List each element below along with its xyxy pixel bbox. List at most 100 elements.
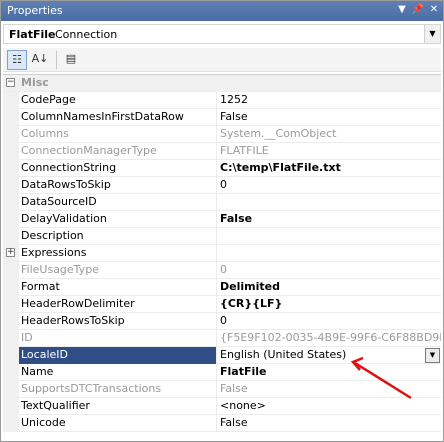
property-name: FileUsageType (19, 262, 217, 279)
property-value[interactable] (217, 245, 441, 262)
object-name: FlatFile (9, 28, 56, 41)
property-row[interactable]: DataRowsToSkip 0 (3, 177, 441, 194)
property-name: Format (19, 279, 217, 296)
row-gutter (3, 364, 19, 381)
row-gutter (3, 313, 19, 330)
row-gutter (3, 415, 19, 432)
collapse-icon[interactable]: − (6, 78, 15, 87)
property-name: Unicode (19, 415, 217, 432)
property-name: HeaderRowsToSkip (19, 313, 217, 330)
row-gutter (3, 228, 19, 245)
properties-window: Properties ▼ 📌 ✕ FlatFile Connection ▼ ☷… (0, 0, 444, 442)
property-row[interactable]: ConnectionString C:\temp\FlatFile.txt (3, 160, 441, 177)
row-gutter (3, 143, 19, 160)
property-value[interactable]: {CR}{LF} (217, 296, 441, 313)
row-gutter (3, 296, 19, 313)
property-name: DataRowsToSkip (19, 177, 217, 194)
property-value[interactable]: <none> (217, 398, 441, 415)
row-gutter (3, 109, 19, 126)
property-name: Name (19, 364, 217, 381)
property-name: ID (19, 330, 217, 347)
property-row[interactable]: ConnectionManagerType FLATFILE (3, 143, 441, 160)
property-row[interactable]: FileUsageType 0 (3, 262, 441, 279)
property-row[interactable]: Description (3, 228, 441, 245)
property-value[interactable] (217, 194, 441, 211)
property-row-selected[interactable]: LocaleID English (United States) ▼ (3, 347, 441, 364)
property-name: ColumnNamesInFirstDataRow (19, 109, 217, 126)
property-value: 0 (220, 263, 227, 276)
row-gutter (3, 160, 19, 177)
property-name: HeaderRowDelimiter (19, 296, 217, 313)
property-value: FLATFILE (220, 144, 269, 157)
property-name: DataSourceID (19, 194, 217, 211)
property-name: LocaleID (19, 347, 217, 364)
property-row[interactable]: Unicode False (3, 415, 441, 432)
property-name: Columns (19, 126, 217, 143)
object-selector-dropdown-icon[interactable]: ▼ (424, 25, 440, 43)
property-row[interactable]: TextQualifier <none> (3, 398, 441, 415)
properties-toolbar: ☷ A↓ ▤ (3, 48, 441, 72)
property-row[interactable]: ColumnNamesInFirstDataRow False (3, 109, 441, 126)
property-name: Expressions (19, 245, 217, 262)
property-value[interactable]: 0 (217, 313, 441, 330)
category-row-misc[interactable]: − Misc (3, 75, 441, 92)
property-value[interactable]: FlatFile (217, 364, 441, 381)
property-name: ConnectionString (19, 160, 217, 177)
property-pages-button[interactable]: ▤ (61, 50, 81, 70)
row-gutter (3, 347, 19, 364)
window-position-dropdown-icon[interactable]: ▼ (395, 3, 409, 17)
property-row[interactable]: CodePage 1252 (3, 92, 441, 109)
property-row[interactable]: Columns System.__ComObject (3, 126, 441, 143)
property-value[interactable]: English (United States) (217, 347, 441, 364)
locale-dropdown-button[interactable]: ▼ (425, 348, 440, 363)
object-selector[interactable]: FlatFile Connection ▼ (3, 24, 441, 44)
property-row[interactable]: HeaderRowsToSkip 0 (3, 313, 441, 330)
property-name: Description (19, 228, 217, 245)
row-gutter (3, 126, 19, 143)
expand-icon[interactable]: + (6, 248, 15, 257)
category-label: Misc (21, 76, 49, 89)
row-gutter (3, 177, 19, 194)
row-gutter (3, 330, 19, 347)
property-name: ConnectionManagerType (19, 143, 217, 160)
property-value[interactable]: False (217, 415, 441, 432)
property-value[interactable] (217, 228, 441, 245)
window-title: Properties (7, 4, 63, 17)
property-grid: − Misc CodePage 1252 ColumnNamesInFirstD… (3, 74, 441, 440)
property-row[interactable]: ID {F5E9F102-0035-4B9E-99F6-C6F88BD9B3E8… (3, 330, 441, 347)
property-row[interactable]: SupportsDTCTransactions False (3, 381, 441, 398)
property-row[interactable]: + Expressions (3, 245, 441, 262)
pin-icon[interactable]: 📌 (411, 3, 425, 17)
property-value[interactable]: False (217, 109, 441, 126)
property-row[interactable]: Format Delimited (3, 279, 441, 296)
property-name: SupportsDTCTransactions (19, 381, 217, 398)
row-gutter (3, 262, 19, 279)
property-value[interactable]: 1252 (217, 92, 441, 109)
property-name: TextQualifier (19, 398, 217, 415)
categorized-button[interactable]: ☷ (7, 50, 27, 70)
property-name: DelayValidation (19, 211, 217, 228)
row-gutter (3, 398, 19, 415)
toolbar-separator (56, 51, 57, 69)
property-value[interactable]: False (217, 211, 441, 228)
property-value: False (220, 382, 248, 395)
property-row[interactable]: HeaderRowDelimiter {CR}{LF} (3, 296, 441, 313)
alphabetical-button[interactable]: A↓ (30, 50, 50, 70)
property-value[interactable]: 0 (217, 177, 441, 194)
property-row[interactable]: Name FlatFile (3, 364, 441, 381)
close-icon[interactable]: ✕ (427, 3, 441, 17)
row-gutter (3, 211, 19, 228)
property-value[interactable]: C:\temp\FlatFile.txt (217, 160, 441, 177)
property-value: {F5E9F102-0035-4B9E-99F6-C6F88BD9B3E8} (220, 331, 441, 344)
property-value: System.__ComObject (220, 127, 337, 140)
property-row[interactable]: DataSourceID (3, 194, 441, 211)
property-row[interactable]: DelayValidation False (3, 211, 441, 228)
row-gutter (3, 194, 19, 211)
row-gutter (3, 92, 19, 109)
property-name: CodePage (19, 92, 217, 109)
row-gutter (3, 381, 19, 398)
object-type: Connection (55, 28, 118, 41)
row-gutter (3, 279, 19, 296)
property-value[interactable]: Delimited (217, 279, 441, 296)
title-bar: Properties ▼ 📌 ✕ (1, 1, 443, 21)
